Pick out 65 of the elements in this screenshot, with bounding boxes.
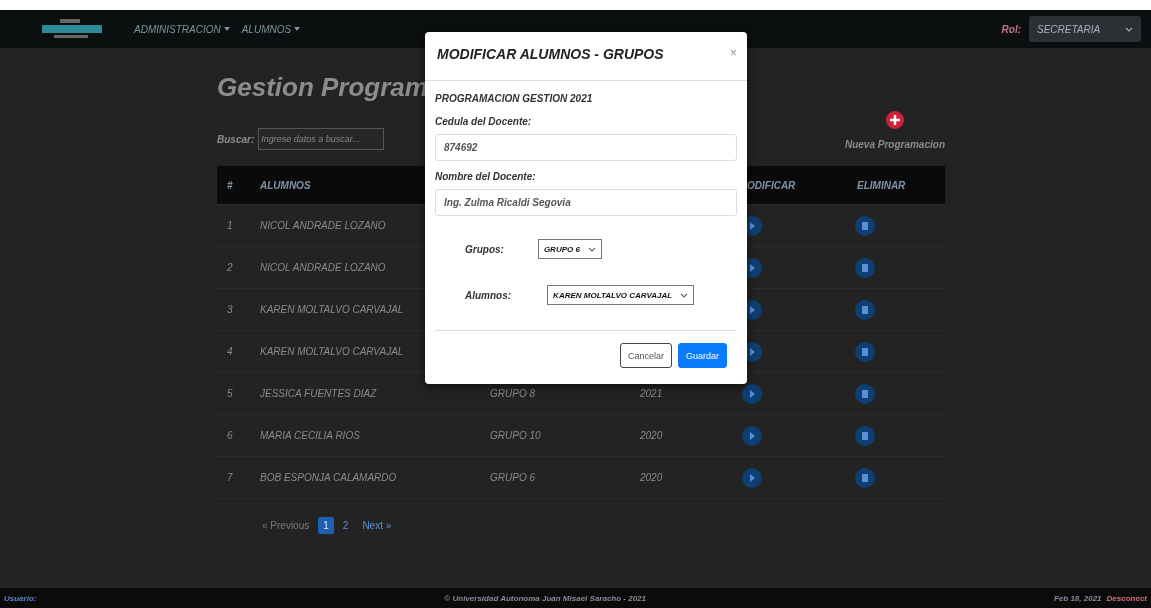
date-text: Feb 18, 2021: [1053, 593, 1102, 603]
field-label: Cedula del Docente:: [435, 116, 533, 127]
dropdown[interactable]: GRUPO 6: [537, 239, 602, 259]
table-cell-text: 2020: [639, 472, 663, 483]
table-cell-text: 6: [226, 430, 233, 441]
logo-drawing: [40, 17, 104, 41]
chevron-down-icon: [1125, 26, 1133, 32]
trash-icon[interactable]: [855, 425, 875, 446]
table-cell-text: KAREN MOLTALVO CARVAJAL: [259, 346, 404, 357]
page-link[interactable]: 1: [318, 517, 334, 534]
trash-icon[interactable]: [855, 467, 875, 488]
table-cell-text: 3: [226, 304, 233, 315]
user-label: Usuario:: [4, 593, 37, 603]
modal-title: MODIFICAR ALUMNOS - GRUPOS: [437, 46, 664, 64]
chevron-down-icon: [587, 246, 596, 252]
field-label: Grupos:: [465, 243, 504, 255]
table-cell-text: GRUPO 6: [489, 472, 535, 483]
role-select[interactable]: SECRETARIA: [1029, 16, 1141, 42]
input-field[interactable]: 874692: [435, 134, 737, 161]
caret-icon: [294, 27, 301, 31]
table-cell-text: NICOL ANDRADE LOZANO: [259, 262, 386, 273]
table-cell-text: 4: [226, 346, 233, 357]
save-button[interactable]: Guardar: [677, 343, 727, 368]
copyright-text: © Universidad Autonoma Juan Misael Saracho - 2021: [444, 593, 647, 603]
caret-icon: [223, 27, 230, 31]
page-title: Gestion Program: [217, 72, 428, 103]
trash-icon[interactable]: [855, 299, 875, 320]
chevron-down-icon: [680, 292, 689, 298]
table-cell-text: 2: [226, 262, 233, 273]
input-field[interactable]: Ing. Zulma Ricaldi Segovia: [435, 189, 737, 216]
search-field[interactable]: Ingrese datos a buscar...: [258, 128, 385, 150]
column-header: #: [226, 179, 233, 191]
table-cell-text: NICOL ANDRADE LOZANO: [259, 220, 386, 231]
cancel-button[interactable]: Cancelar: [619, 343, 672, 368]
trash-icon[interactable]: [855, 257, 875, 278]
table-cell-text: BOB ESPONJA CALAMARDO: [259, 472, 397, 483]
menu-link[interactable]: ALUMNOS: [241, 23, 301, 35]
trash-icon[interactable]: [855, 383, 875, 404]
role-label: Rol:: [1001, 23, 1021, 35]
field-label: Alumnos:: [465, 289, 512, 301]
trash-icon[interactable]: [855, 341, 875, 362]
table-cell-text: KAREN MOLTALVO CARVAJAL: [259, 304, 404, 315]
plus-icon[interactable]: [885, 111, 904, 129]
new-programming-link[interactable]: Nueva Programacion: [844, 139, 945, 150]
table-cell-text: JESSICA FUENTES DIAZ: [259, 388, 377, 399]
field-label: Nombre del Docente:: [435, 171, 537, 182]
trash-icon[interactable]: [855, 215, 875, 236]
column-header: ODIFICAR: [746, 179, 796, 191]
table-cell-text: GRUPO 8: [489, 388, 535, 399]
search-label: Buscar:: [217, 133, 255, 145]
table-cell-text: 5: [226, 388, 233, 399]
table-cell-text: 7: [226, 472, 233, 483]
table-cell-text: 2020: [639, 430, 663, 441]
logout-link[interactable]: Desconect: [1106, 593, 1147, 603]
table-cell-text: GRUPO 10: [489, 430, 541, 441]
modal-subtitle: PROGRAMACION GESTION 2021: [435, 93, 594, 104]
table-cell-text: 1: [226, 220, 233, 231]
menu-link[interactable]: ADMINISTRACION: [134, 23, 230, 35]
dropdown[interactable]: KAREN MOLTALVO CARVAJAL: [547, 285, 695, 305]
table-cell-text: 2021: [639, 388, 663, 399]
column-header: ELIMINAR: [856, 179, 906, 191]
page-link[interactable]: 2: [337, 517, 354, 534]
column-header: ALUMNOS: [259, 179, 311, 191]
page-link[interactable]: Next »: [357, 517, 397, 534]
table-cell-text: MARIA CECILIA RIOS: [259, 430, 360, 441]
